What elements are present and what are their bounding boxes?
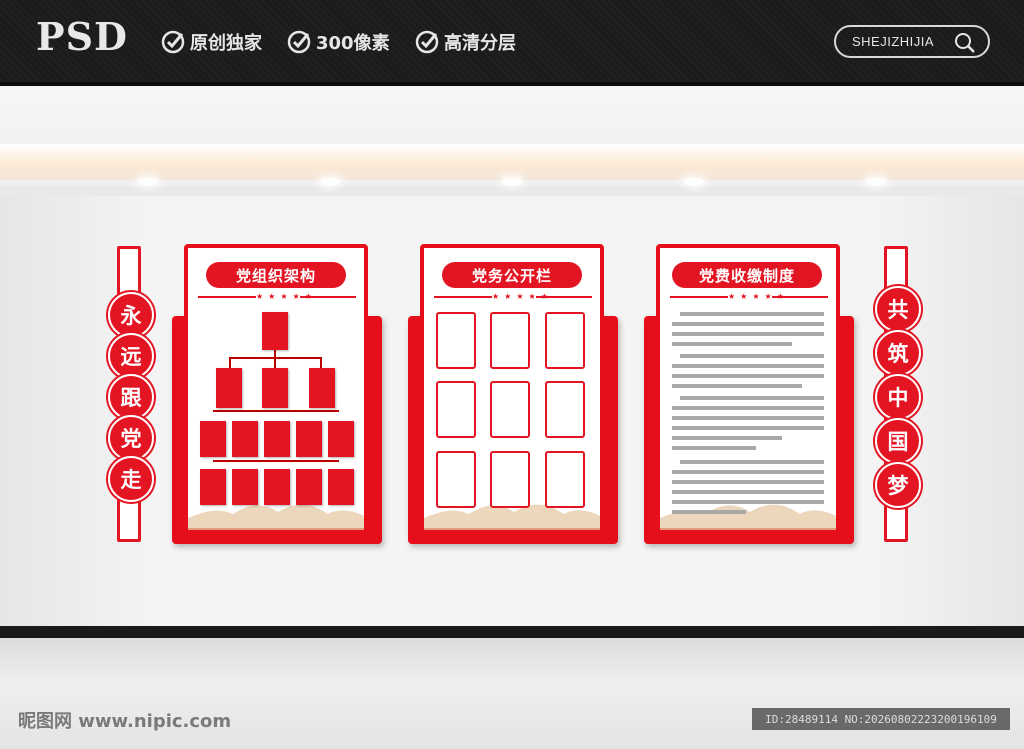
- text-placeholder-line: [672, 374, 824, 378]
- text-placeholder-line: [680, 460, 824, 464]
- pillar-char: 梦: [875, 462, 921, 508]
- feature-label: 300像素: [316, 33, 390, 54]
- text-placeholder-line: [672, 332, 824, 336]
- text-placeholder-line: [672, 426, 824, 430]
- text-placeholder-line: [680, 354, 824, 358]
- ceiling-glow: [0, 144, 1024, 180]
- star-row: ★★★★★: [492, 292, 553, 301]
- org-box: [296, 421, 322, 457]
- psd-logo: PSD: [36, 14, 128, 59]
- panel-title: 党组织架构: [206, 262, 346, 288]
- text-placeholder-line: [672, 470, 824, 474]
- text-placeholder-line: [672, 490, 824, 494]
- pillar-char: 党: [108, 415, 154, 461]
- org-box: [264, 421, 290, 457]
- org-box: [200, 469, 226, 505]
- spotlight: [320, 178, 340, 185]
- photo-frame: [545, 381, 585, 438]
- photo-frame: [490, 451, 530, 508]
- text-placeholder-line: [672, 446, 756, 450]
- divider: [670, 296, 728, 298]
- pillar-char: 跟: [108, 374, 154, 420]
- text-placeholder-line: [672, 364, 824, 368]
- text-placeholder-line: [672, 322, 824, 326]
- org-box: [328, 469, 354, 505]
- divider: [434, 296, 492, 298]
- panel-title: 党务公开栏: [442, 262, 582, 288]
- pillar-char: 永: [108, 292, 154, 338]
- divider: [198, 296, 256, 298]
- panel-title: 党费收缴制度: [672, 262, 822, 288]
- org-box: [216, 368, 242, 408]
- spotlight: [138, 178, 158, 185]
- search-label: SHEJIZHIJIA: [852, 34, 935, 49]
- org-box: [200, 421, 226, 457]
- text-placeholder-line: [672, 500, 824, 504]
- star-row: ★★★★★: [728, 292, 789, 301]
- connector: [213, 460, 339, 462]
- pillar-char: 国: [875, 418, 921, 464]
- org-box: [232, 421, 258, 457]
- feature-label: 高清分层: [444, 33, 516, 54]
- org-box: [232, 469, 258, 505]
- pillar-char: 远: [108, 333, 154, 379]
- photo-frame: [436, 451, 476, 508]
- search-box[interactable]: SHEJIZHIJIA: [834, 25, 990, 58]
- photo-frame: [545, 312, 585, 369]
- text-placeholder-line: [672, 480, 824, 484]
- feature-resolution: 300像素: [286, 28, 390, 56]
- image-id: ID:28489114 NO:20260802223200196109: [752, 708, 1010, 730]
- text-placeholder-line: [672, 510, 746, 514]
- connector: [213, 410, 339, 412]
- text-placeholder-line: [672, 342, 792, 346]
- feature-original: 原创独家: [160, 28, 262, 56]
- spotlight: [866, 178, 886, 185]
- spotlight: [502, 178, 522, 185]
- photo-frame: [490, 381, 530, 438]
- pillar-char: 筑: [875, 330, 921, 376]
- org-box: [264, 469, 290, 505]
- connector: [229, 357, 321, 359]
- text-placeholder-line: [672, 416, 824, 420]
- wall-top-edge: [0, 186, 1024, 196]
- feature-layers: 高清分层: [414, 28, 516, 56]
- feature-label: 原创独家: [190, 33, 262, 54]
- text-placeholder-line: [672, 436, 782, 440]
- watermark: 昵图网 www.nipic.com: [18, 711, 232, 732]
- connector: [274, 350, 276, 368]
- text-placeholder-line: [672, 406, 824, 410]
- org-box: [262, 312, 288, 350]
- photo-frame: [545, 451, 585, 508]
- org-box: [328, 421, 354, 457]
- skirting-board: [0, 626, 1024, 638]
- photo-frame: [490, 312, 530, 369]
- pillar-char: 共: [875, 286, 921, 332]
- photo-frame: [436, 312, 476, 369]
- text-placeholder-line: [680, 396, 824, 400]
- search-icon[interactable]: [954, 32, 976, 54]
- text-placeholder-line: [672, 384, 802, 388]
- check-circle-icon: [415, 30, 439, 54]
- org-box: [262, 368, 288, 408]
- spotlight: [684, 178, 704, 185]
- check-circle-icon: [287, 30, 311, 54]
- pillar-char: 中: [875, 374, 921, 420]
- star-row: ★★★★★: [256, 292, 317, 301]
- org-box: [309, 368, 335, 408]
- photo-frame: [436, 381, 476, 438]
- org-box: [296, 469, 322, 505]
- pillar-char: 走: [108, 456, 154, 502]
- text-placeholder-line: [680, 312, 824, 316]
- check-circle-icon: [161, 30, 185, 54]
